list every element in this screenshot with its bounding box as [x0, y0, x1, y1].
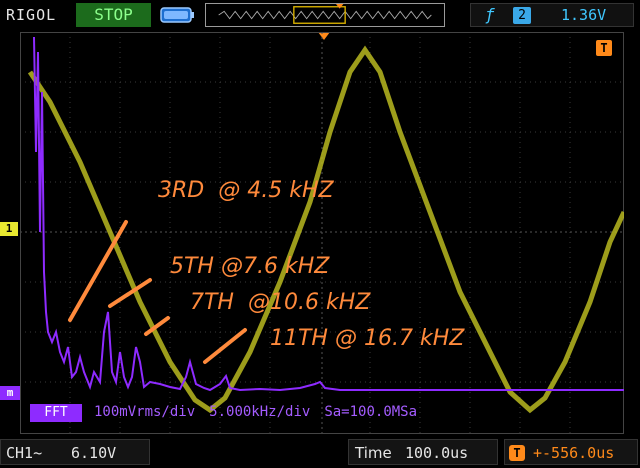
- run-stop-indicator[interactable]: STOP: [76, 3, 151, 27]
- timebase-label: Time: [355, 444, 392, 462]
- fft-badge[interactable]: FFT: [30, 404, 82, 422]
- math-marker[interactable]: m: [0, 386, 20, 400]
- rising-edge-icon: ƒ: [485, 5, 495, 24]
- fft-frequency-scale: 5.000kHz/div: [209, 404, 311, 420]
- top-status-bar: RIGOL STOP ƒ 2 1.36V: [0, 0, 640, 32]
- timebase-setting[interactable]: Time 100.0us: [348, 439, 498, 465]
- ch1-label: CH1~: [6, 444, 43, 462]
- brand-logo: RIGOL: [6, 6, 57, 24]
- trigger-level: 1.36V: [561, 6, 607, 24]
- annotation-3rd: 3RD @ 4.5 kHZ: [158, 178, 334, 203]
- fft-vertical-scale: 100mVrms/div: [94, 404, 196, 420]
- trigger-info-panel[interactable]: ƒ 2 1.36V: [470, 3, 634, 27]
- trigger-offset-setting[interactable]: T +-556.0us: [504, 439, 638, 465]
- memory-depth-icon: [160, 7, 194, 23]
- waveform-memory-timeline[interactable]: [205, 3, 445, 27]
- fft-sample-rate: Sa=100.0MSa: [324, 404, 418, 420]
- annotation-11th: 11TH @ 16.7 kHZ: [270, 326, 465, 351]
- trigger-offset: +-556.0us: [533, 444, 615, 462]
- annotation-5th: 5TH @7.6 kHZ: [170, 254, 330, 279]
- ch1-setting[interactable]: CH1~ 6.10V: [0, 439, 150, 465]
- annotation-7th: 7TH @10.6 kHZ: [190, 290, 371, 315]
- ch1-ground-marker[interactable]: 1: [0, 222, 18, 236]
- waveform-display: [20, 32, 624, 434]
- fft-settings: 100mVrms/div 5.000kHz/div Sa=100.0MSa: [94, 404, 431, 420]
- timebase-value: 100.0us: [405, 444, 469, 462]
- trigger-source-badge: 2: [513, 7, 531, 24]
- trigger-icon: T: [509, 445, 525, 461]
- bottom-status-bar: CH1~ 6.10V Time 100.0us T +-556.0us: [0, 436, 640, 468]
- ch1-scale: 6.10V: [71, 444, 117, 462]
